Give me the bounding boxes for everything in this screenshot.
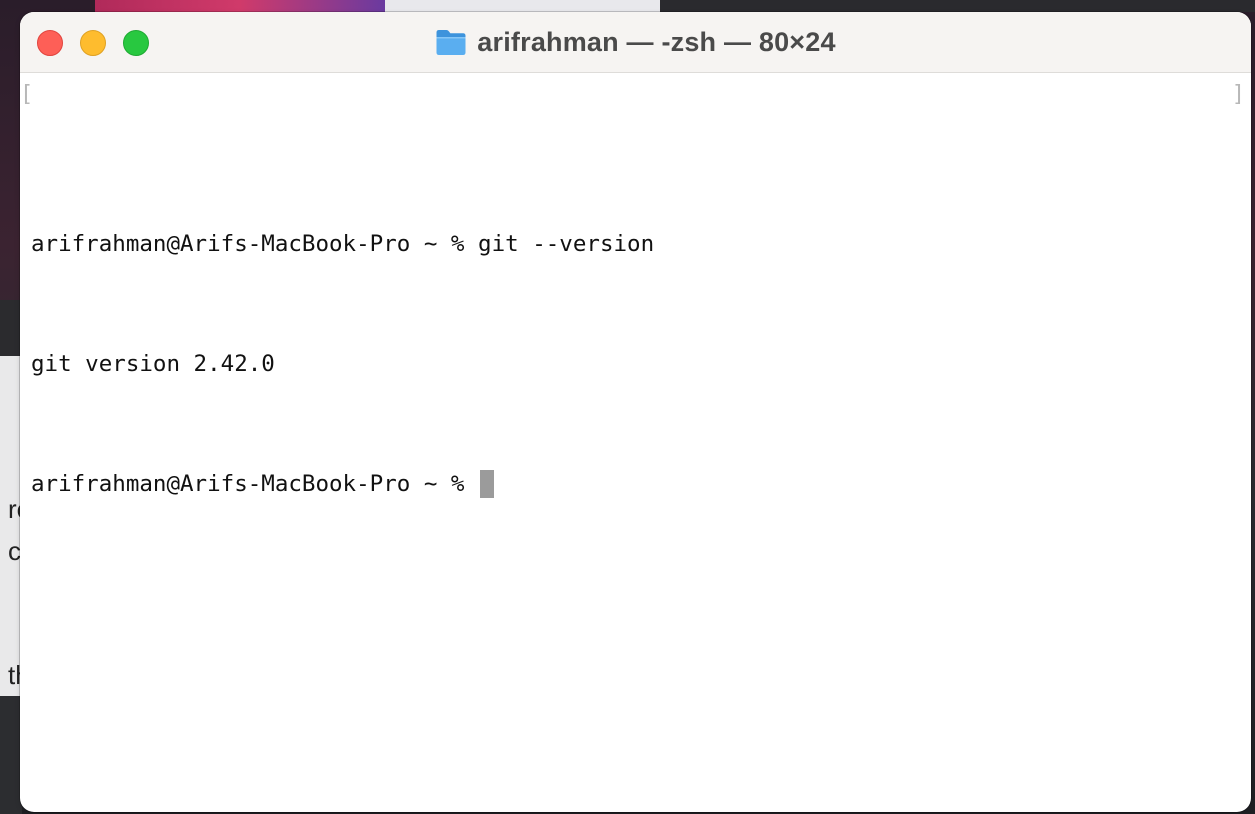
shell-prompt: arifrahman@Arifs-MacBook-Pro ~ %	[31, 231, 479, 257]
text-cursor	[480, 470, 495, 498]
window-title: arifrahman — -zsh — 80×24	[477, 26, 836, 57]
mark-bracket-left: [	[20, 82, 34, 107]
background-window: re c th	[0, 356, 31, 696]
shell-command: git --version	[478, 231, 655, 257]
terminal-line: git version 2.42.0	[31, 349, 1251, 379]
background-window-edge	[0, 300, 22, 356]
mark-bracket-right: ]	[1231, 82, 1245, 107]
terminal-line: arifrahman@Arifs-MacBook-Pro ~ %	[31, 469, 1251, 499]
background-window-edge	[660, 0, 1255, 12]
command-output: git version 2.42.0	[31, 351, 275, 377]
background-window-edge	[385, 0, 660, 12]
terminal-window: arifrahman — -zsh — 80×24 [ ] arifrahman…	[20, 12, 1251, 812]
title-bar[interactable]: arifrahman — -zsh — 80×24	[20, 12, 1251, 73]
window-title-group: arifrahman — -zsh — 80×24	[20, 12, 1251, 72]
shell-prompt: arifrahman@Arifs-MacBook-Pro ~ %	[31, 471, 479, 497]
terminal-line: arifrahman@Arifs-MacBook-Pro ~ % git --v…	[31, 229, 1251, 259]
terminal-output[interactable]: [ ] arifrahman@Arifs-MacBook-Pro ~ % git…	[20, 73, 1251, 559]
background-window-edge	[95, 0, 385, 12]
background-window-edge	[0, 696, 22, 814]
folder-icon	[435, 28, 467, 56]
